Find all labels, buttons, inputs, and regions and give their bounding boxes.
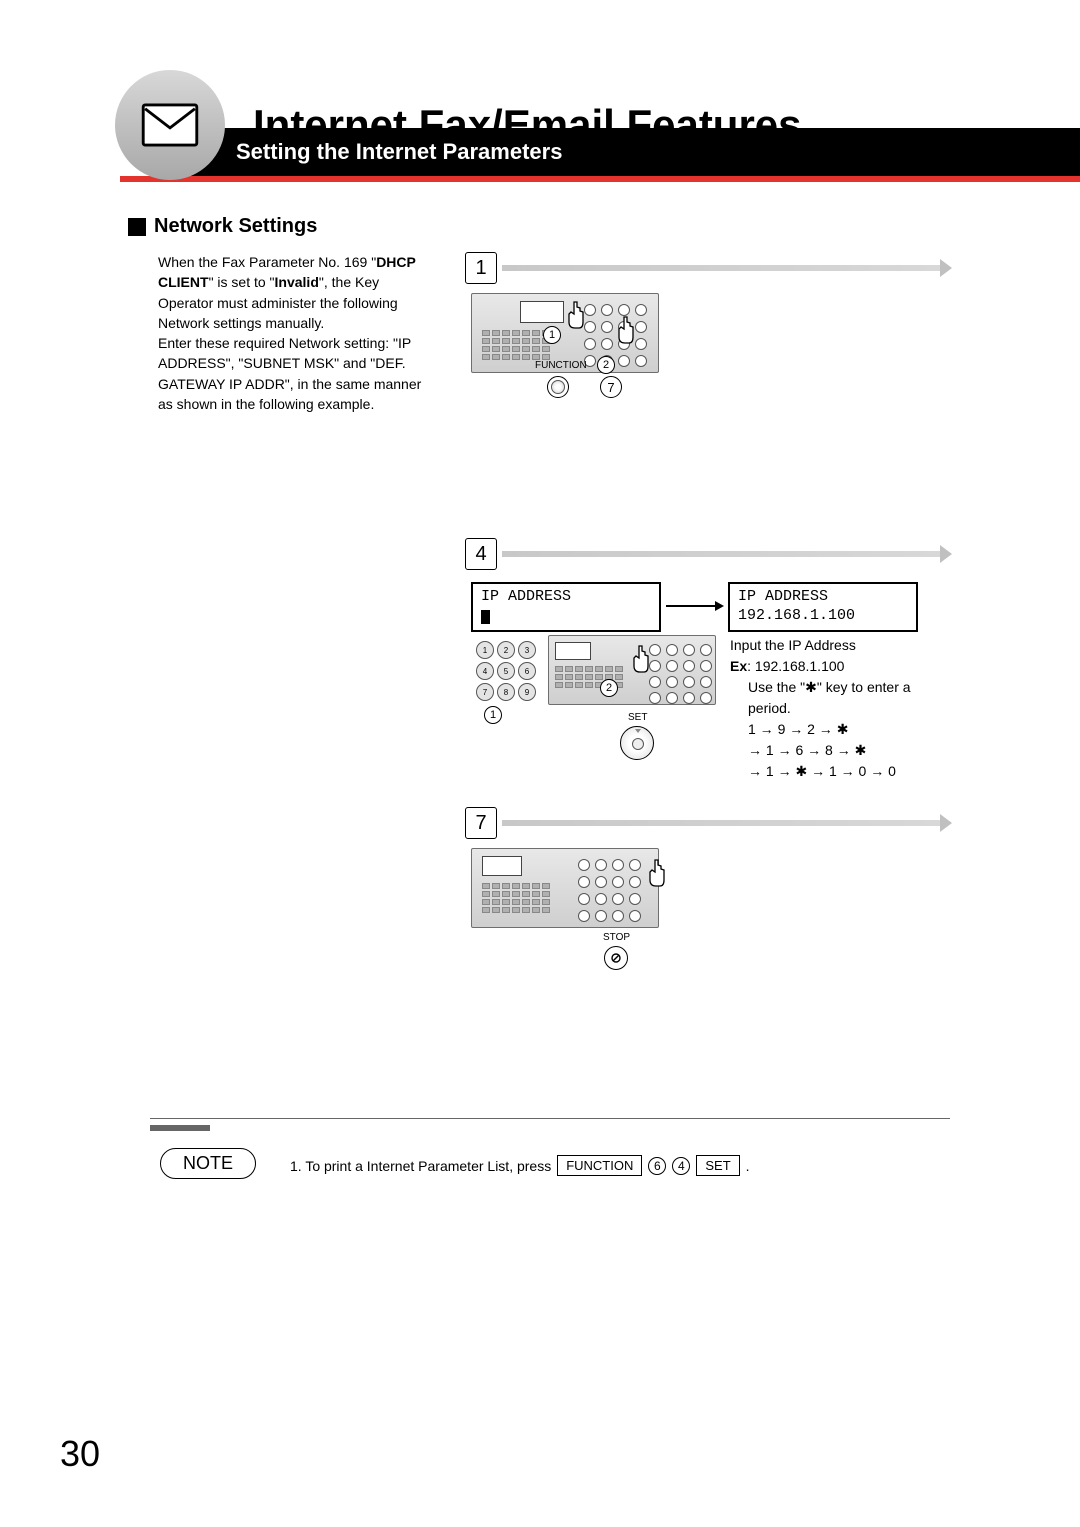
hand-pointer-icon [565, 300, 585, 330]
keypad-illustration: 123 456 789 [476, 641, 536, 701]
stop-label: STOP [603, 932, 630, 943]
step-arrow-icon [502, 820, 942, 826]
hand-pointer-icon [615, 315, 635, 345]
callout-1: 1 [484, 706, 502, 724]
mail-icon [115, 70, 225, 180]
step-number-4: 4 [465, 538, 497, 570]
page-number: 30 [60, 1433, 100, 1475]
function-label: FUNCTION [535, 360, 587, 371]
lcd-display-right: IP ADDRESS 192.168.1.100 [728, 582, 918, 632]
step-number-1: 1 [465, 252, 497, 284]
callout-1: 1 [543, 326, 561, 344]
note-label: NOTE [160, 1148, 256, 1179]
square-bullet-icon [128, 218, 146, 236]
hand-pointer-icon [646, 858, 666, 888]
lcd-display-left: IP ADDRESS [471, 582, 661, 632]
accent-underline [120, 176, 1080, 182]
function-key: FUNCTION [557, 1155, 642, 1176]
divider [150, 1118, 950, 1119]
nav-button [620, 726, 654, 760]
instruction-text: Input the IP Address Ex: 192.168.1.100 U… [730, 635, 940, 782]
step-number-7: 7 [465, 807, 497, 839]
section-bar: Setting the Internet Parameters [160, 128, 1080, 176]
function-button [547, 376, 569, 398]
control-panel-illustration [471, 848, 659, 928]
section-title: Setting the Internet Parameters [236, 139, 562, 165]
note-text: 1. To print a Internet Parameter List, p… [290, 1155, 750, 1176]
digit-6: 6 [648, 1157, 666, 1175]
digit-7-button: 7 [600, 376, 622, 398]
callout-2: 2 [597, 356, 615, 374]
step-arrow-icon [502, 551, 942, 557]
digit-4: 4 [672, 1157, 690, 1175]
subheading: Network Settings [154, 215, 317, 238]
divider-accent [150, 1125, 210, 1131]
body-text: When the Fax Parameter No. 169 "DHCP CLI… [158, 252, 438, 414]
step-arrow-icon [502, 265, 942, 271]
arrow-right-icon [666, 605, 716, 607]
callout-2: 2 [600, 679, 618, 697]
stop-button [604, 946, 628, 970]
set-label: SET [628, 712, 647, 723]
set-key: SET [696, 1155, 739, 1176]
hand-pointer-icon [630, 644, 650, 674]
